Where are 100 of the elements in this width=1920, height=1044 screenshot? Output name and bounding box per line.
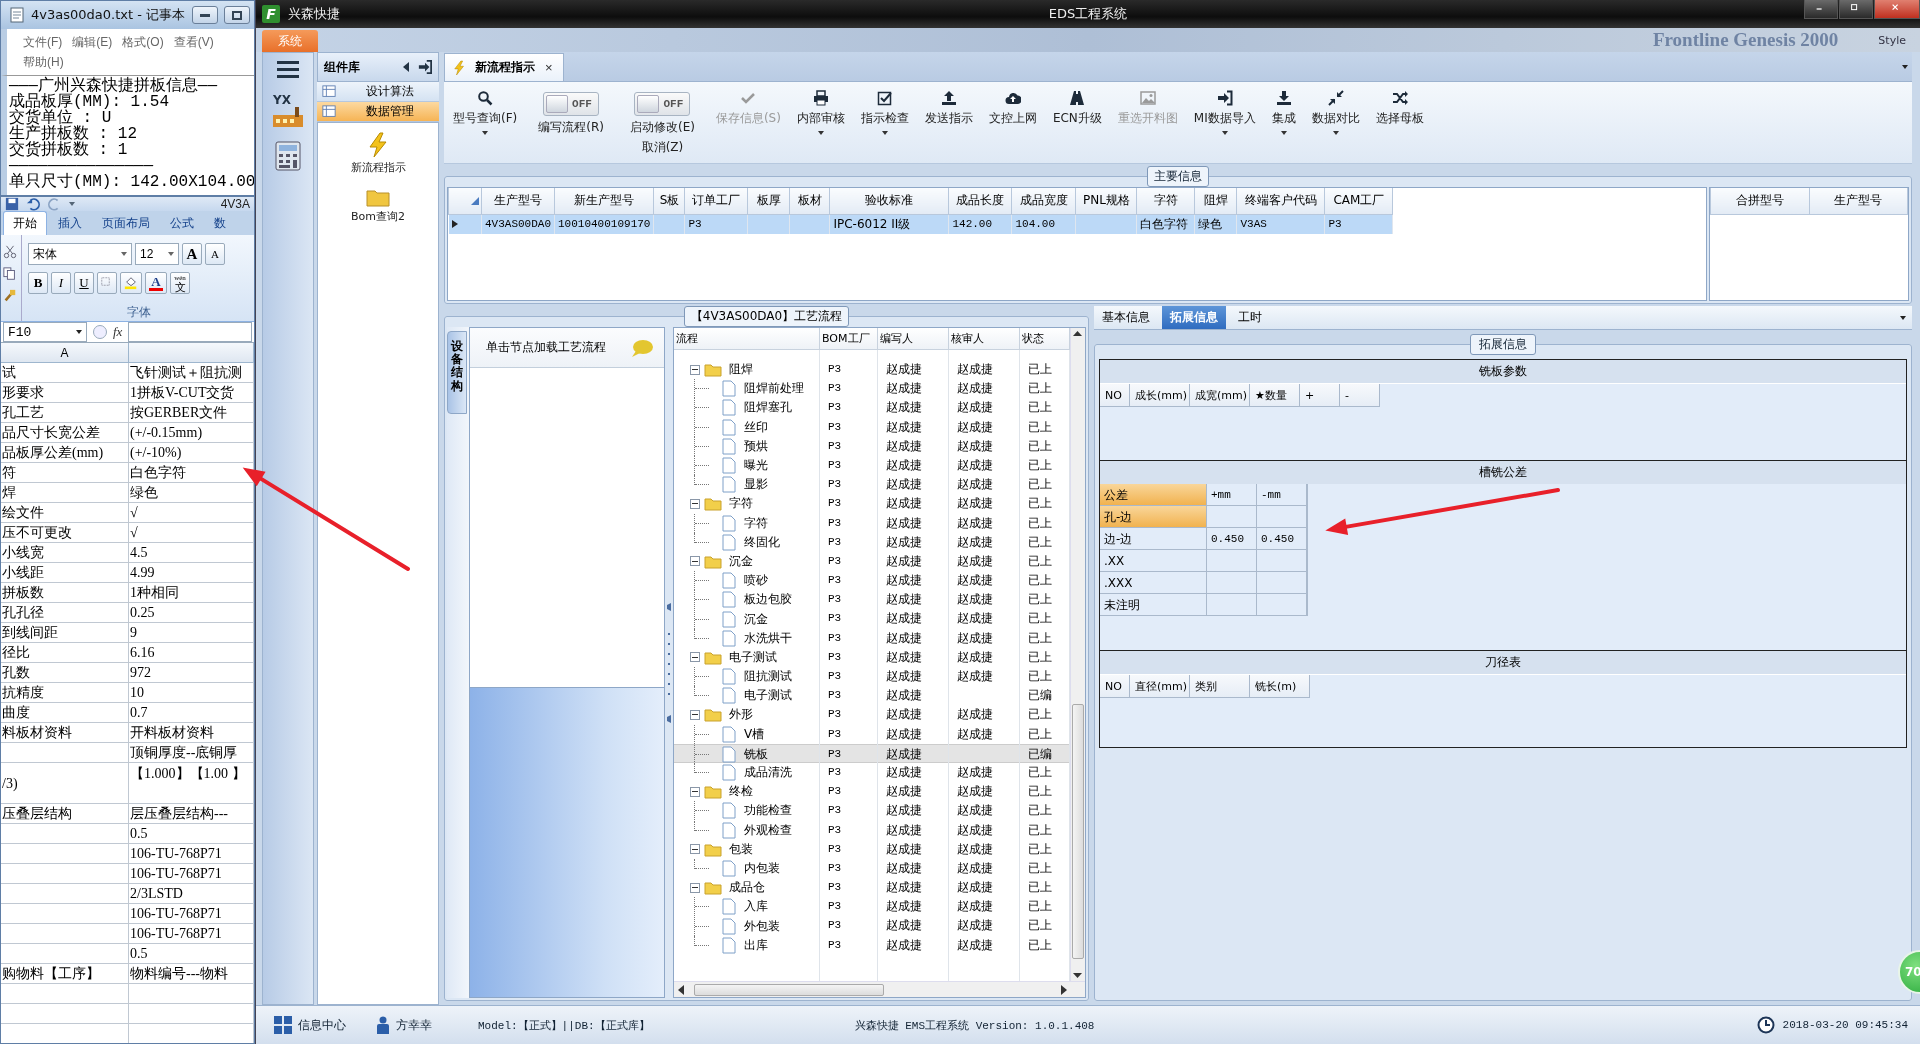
ribbon-tab[interactable]: 数: [205, 212, 235, 235]
column-header[interactable]: 生产型号: [1809, 188, 1908, 214]
close-tab-button[interactable]: ×: [543, 60, 555, 75]
column-header[interactable]: PNL规格: [1075, 188, 1137, 214]
tree-row[interactable]: 成品仓 P3 赵成捷 赵成捷 已上: [674, 878, 1070, 898]
column-header[interactable]: BOM工厂: [820, 328, 878, 350]
format-button[interactable]: B: [28, 272, 48, 294]
tree-row[interactable]: V槽 P3 赵成捷 赵成捷 已上: [674, 724, 1070, 744]
panel-item[interactable]: 设计算法: [317, 82, 439, 102]
toolbar-button[interactable]: 型号查询(F): [446, 88, 525, 144]
column-header[interactable]: 成品长度: [948, 188, 1012, 214]
tree-toggle[interactable]: [690, 844, 700, 855]
column-header[interactable]: 成宽(mm): [1190, 384, 1250, 407]
ribbon-tab[interactable]: 页面布局: [93, 212, 159, 235]
row-label[interactable]: 未注明: [1100, 594, 1207, 616]
formula-field[interactable]: [128, 322, 252, 342]
tool-button[interactable]: 新流程指示: [344, 131, 412, 176]
tree-row[interactable]: 入库 P3 赵成捷 赵成捷 已上: [674, 897, 1070, 917]
toggle-switch[interactable]: OFF: [543, 92, 600, 116]
tree-row[interactable]: 字符 P3 赵成捷 赵成捷 已上: [674, 513, 1070, 533]
side-tab[interactable]: 设备结构: [447, 331, 467, 414]
column-header[interactable]: 生产型号: [481, 188, 555, 214]
tree-toggle[interactable]: [690, 882, 700, 893]
column-header[interactable]: 状态: [1020, 328, 1070, 350]
tree-row[interactable]: 板边包胶 P3 赵成捷 赵成捷 已上: [674, 590, 1070, 610]
column-header[interactable]: 核审人: [949, 328, 1020, 350]
tree-toggle[interactable]: [690, 498, 700, 509]
tree-toggle[interactable]: [690, 652, 700, 663]
tree-row[interactable]: 阻抗测试 P3 赵成捷 赵成捷 已上: [674, 667, 1070, 687]
tree-row[interactable]: 沉金 P3 赵成捷 赵成捷 已上: [674, 609, 1070, 629]
name-box[interactable]: F10: [3, 322, 87, 342]
tree-row[interactable]: 外观检查 P3 赵成捷 赵成捷 已上: [674, 820, 1070, 840]
menu-item[interactable]: 格式(O): [122, 34, 164, 51]
tree-row[interactable]: 阻焊前处理 P3 赵成捷 赵成捷 已上: [674, 379, 1070, 399]
document-tab[interactable]: 新流程指示 ×: [444, 53, 564, 81]
column-header[interactable]: -: [1340, 384, 1380, 407]
tree-row[interactable]: 包装 P3 赵成捷 赵成捷 已上: [674, 839, 1070, 859]
column-header[interactable]: 验收标准: [829, 188, 949, 214]
font-size-field[interactable]: 12: [135, 243, 179, 265]
tab[interactable]: 拓展信息: [1162, 306, 1226, 329]
tree-row[interactable]: 阻焊 P3 赵成捷 赵成捷 已上: [674, 360, 1070, 380]
tab[interactable]: 基本信息: [1094, 306, 1158, 329]
tree-row[interactable]: 出库 P3 赵成捷 赵成捷 已上: [674, 935, 1070, 955]
row-label[interactable]: 边-边: [1100, 528, 1207, 550]
column-header[interactable]: 订单工厂: [684, 188, 748, 214]
format-button[interactable]: I: [51, 272, 71, 294]
toolbar-label[interactable]: 取消(Z): [641, 139, 684, 156]
horizontal-scrollbar[interactable]: [674, 981, 1085, 997]
toolbar-button[interactable]: 指示检查: [853, 88, 916, 144]
column-header[interactable]: S板: [653, 188, 685, 214]
toolbar-button[interactable]: 选择母板: [1368, 88, 1431, 144]
column-header[interactable]: NO: [1100, 384, 1130, 407]
format-button[interactable]: U: [74, 272, 94, 294]
tree-row[interactable]: 水洗烘干 P3 赵成捷 赵成捷 已上: [674, 628, 1070, 648]
row-label[interactable]: .XX: [1100, 550, 1207, 572]
maximize-button[interactable]: [224, 6, 250, 24]
toolbar-button[interactable]: 发送指示: [917, 88, 980, 144]
toolbar-button[interactable]: 内部审核: [789, 88, 852, 144]
tree-toggle[interactable]: [690, 364, 700, 375]
column-header[interactable]: NO: [1100, 675, 1130, 698]
factory-logo[interactable]: YX: [271, 93, 305, 127]
column-header[interactable]: 合拼型号: [1710, 188, 1809, 214]
maximize-button[interactable]: [1839, 0, 1873, 19]
toolbar-button[interactable]: 数据对比: [1304, 88, 1367, 144]
column-header[interactable]: 直径(mm): [1130, 675, 1190, 698]
column-header[interactable]: 编写人: [878, 328, 949, 350]
column-header[interactable]: 终端客户代码: [1236, 188, 1325, 214]
menu-item[interactable]: 查看(V): [173, 34, 214, 51]
tree-row[interactable]: 成品清洗 P3 赵成捷 赵成捷 已上: [674, 762, 1070, 783]
fill-color-button[interactable]: [120, 272, 142, 294]
tree-row[interactable]: 电子测试 P3 赵成捷 赵成捷 已上: [674, 647, 1070, 667]
column-header[interactable]: 类别: [1190, 675, 1250, 698]
column-header[interactable]: 成品宽度: [1011, 188, 1076, 214]
tree-row[interactable]: 铣板 P3 赵成捷 已编: [674, 743, 1070, 763]
ribbon-tab[interactable]: 开始: [3, 211, 47, 235]
toolbar-button[interactable]: ECN升级: [1045, 88, 1109, 144]
tree-row[interactable]: 预烘 P3 赵成捷 赵成捷 已上: [674, 436, 1070, 456]
tree-row[interactable]: 外包装 P3 赵成捷 赵成捷 已上: [674, 916, 1070, 936]
tree-row[interactable]: 电子测试 P3 赵成捷 已编: [674, 686, 1070, 706]
font-color-button[interactable]: A: [145, 272, 167, 294]
table-row[interactable]: 4V3AS00DA0 10010400109170 P3 IPC-6012 II级 142.00 104.00 白色字符 绿色 V3AS P3: [448, 214, 1393, 234]
tree-row[interactable]: 外形 P3 赵成捷 赵成捷 已上: [674, 705, 1070, 725]
toolbar-button[interactable]: MI数据导入: [1186, 88, 1263, 144]
user-button[interactable]: 方幸幸: [370, 1015, 438, 1035]
tree-row[interactable]: 阻焊塞孔 P3 赵成捷 赵成捷 已上: [674, 398, 1070, 418]
tool-button[interactable]: Bom查询2: [345, 186, 411, 225]
tab[interactable]: 工时: [1230, 306, 1270, 329]
minimize-button[interactable]: [192, 6, 218, 24]
tree-row[interactable]: 沉金 P3 赵成捷 赵成捷 已上: [674, 551, 1070, 572]
panel-item[interactable]: 数据管理: [317, 102, 439, 122]
grow-font-button[interactable]: A: [182, 243, 202, 265]
column-header[interactable]: 板材: [789, 188, 830, 214]
ribbon-tab[interactable]: 公式: [161, 212, 203, 235]
tree-toggle[interactable]: [690, 556, 700, 567]
vertical-scrollbar[interactable]: [1070, 328, 1085, 981]
tree-row[interactable]: 终固化 P3 赵成捷 赵成捷 已上: [674, 532, 1070, 552]
column-header[interactable]: 字符: [1136, 188, 1195, 214]
column-header[interactable]: 阻焊: [1194, 188, 1237, 214]
column-header[interactable]: ★数量: [1250, 384, 1300, 407]
column-header[interactable]: 成长(mm): [1130, 384, 1190, 407]
